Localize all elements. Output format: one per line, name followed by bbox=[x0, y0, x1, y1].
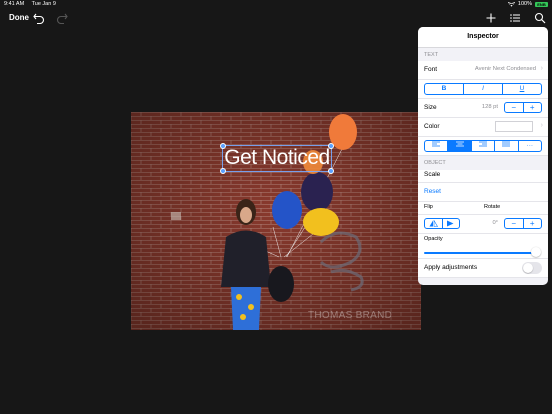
battery-percent: 100% bbox=[517, 1, 532, 7]
size-label: Size bbox=[424, 104, 437, 111]
rotate-label: Rotate bbox=[484, 204, 501, 210]
text-style-segmented: B I U bbox=[424, 83, 542, 95]
status-time: 9:41 AM bbox=[4, 1, 25, 7]
flip-horizontal-icon bbox=[429, 220, 438, 227]
font-value: Avenir Next Condensed bbox=[474, 66, 536, 72]
resize-handle[interactable] bbox=[220, 168, 226, 174]
opacity-slider[interactable] bbox=[418, 244, 548, 258]
increase-size-button[interactable]: + bbox=[524, 103, 542, 112]
add-icon[interactable] bbox=[484, 11, 498, 25]
resize-handle[interactable] bbox=[220, 143, 226, 149]
align-center-icon bbox=[455, 141, 464, 147]
opacity-slider-track bbox=[424, 252, 536, 254]
underline-button[interactable]: U bbox=[503, 84, 541, 94]
inspector-title: Inspector bbox=[418, 27, 548, 48]
flip-vertical-icon bbox=[447, 220, 454, 227]
rotate-increase-button[interactable]: + bbox=[524, 219, 542, 228]
search-icon[interactable] bbox=[533, 11, 547, 25]
resize-handle[interactable] bbox=[328, 168, 334, 174]
flip-label: Flip bbox=[424, 204, 433, 210]
toggle-knob bbox=[523, 263, 533, 273]
align-justify-icon bbox=[502, 141, 511, 147]
scale-label: Scale bbox=[424, 171, 441, 178]
battery-icon: ENB bbox=[535, 1, 548, 7]
apply-adjustments-toggle[interactable] bbox=[522, 262, 542, 274]
alignment-segmented: ··· bbox=[424, 140, 542, 152]
toolbar: Done bbox=[0, 10, 552, 28]
rotate-decrease-button[interactable]: − bbox=[505, 219, 524, 228]
italic-button[interactable]: I bbox=[464, 84, 503, 94]
size-row: Size 128 pt − + bbox=[418, 99, 548, 118]
opacity-label: Opacity bbox=[424, 236, 443, 242]
align-left-icon bbox=[432, 141, 441, 147]
size-value: 128 pt bbox=[481, 104, 498, 110]
chevron-right-icon: › bbox=[540, 65, 543, 72]
text-selection-box bbox=[220, 143, 334, 174]
photo-watermark: THOMAS BRAND bbox=[308, 310, 393, 321]
font-row[interactable]: Font Avenir Next Condensed › bbox=[418, 61, 548, 80]
reset-button[interactable]: Reset bbox=[424, 188, 441, 195]
size-stepper[interactable]: − + bbox=[504, 102, 542, 113]
redo-icon[interactable] bbox=[55, 11, 69, 25]
align-justify-button[interactable] bbox=[495, 141, 519, 151]
opacity-slider-knob[interactable] bbox=[531, 247, 541, 257]
list-icon[interactable] bbox=[508, 11, 522, 25]
color-row[interactable]: Color › bbox=[418, 118, 548, 137]
object-section-header: OBJECT bbox=[424, 160, 446, 166]
flip-rotate-row: 0° − + bbox=[418, 215, 548, 234]
bold-button[interactable]: B bbox=[425, 84, 464, 94]
color-swatch[interactable] bbox=[495, 121, 533, 132]
wifi-icon bbox=[507, 1, 515, 7]
opacity-row: Opacity bbox=[418, 234, 548, 259]
inspector-panel: Inspector TEXT Font Avenir Next Condense… bbox=[418, 27, 548, 285]
align-right-button[interactable] bbox=[472, 141, 496, 151]
decrease-size-button[interactable]: − bbox=[505, 103, 524, 112]
align-right-icon bbox=[479, 141, 488, 147]
align-center-button[interactable] bbox=[448, 141, 472, 151]
flip-horizontal-button[interactable] bbox=[425, 219, 443, 228]
text-section-header: TEXT bbox=[424, 52, 439, 58]
rotate-value: 0° bbox=[492, 220, 498, 226]
apply-adjustments-row: Apply adjustments bbox=[418, 259, 548, 278]
resize-handle[interactable] bbox=[328, 143, 334, 149]
undo-icon[interactable] bbox=[32, 11, 46, 25]
chevron-right-icon: › bbox=[540, 122, 543, 129]
status-bar: 9:41 AM Tue Jan 9 100% ENB bbox=[0, 0, 552, 9]
flip-segmented bbox=[424, 218, 460, 229]
scale-row: Scale bbox=[418, 170, 548, 183]
color-label: Color bbox=[424, 123, 440, 130]
reset-row[interactable]: Reset bbox=[418, 183, 548, 202]
text-style-row: B I U bbox=[418, 80, 548, 99]
alignment-row: ··· bbox=[418, 137, 548, 156]
align-left-button[interactable] bbox=[425, 141, 449, 151]
rotate-stepper[interactable]: − + bbox=[504, 218, 542, 229]
status-date: Tue Jan 9 bbox=[31, 1, 56, 7]
done-button[interactable]: Done bbox=[9, 13, 29, 22]
apply-adjustments-label: Apply adjustments bbox=[424, 264, 478, 271]
font-label: Font bbox=[424, 66, 438, 73]
flip-vertical-button[interactable] bbox=[443, 219, 460, 228]
more-alignment-button[interactable]: ··· bbox=[519, 141, 541, 151]
flip-rotate-labels: Flip Rotate bbox=[418, 202, 548, 215]
